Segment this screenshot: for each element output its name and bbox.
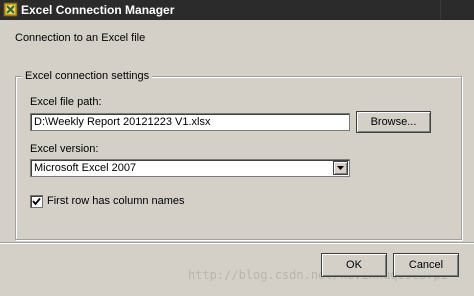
- ok-button[interactable]: OK: [321, 253, 387, 277]
- close-button[interactable]: [440, 0, 474, 20]
- excel-connection-icon: [3, 2, 18, 17]
- file-path-input[interactable]: D:\Weekly Report 20121223 V1.xlsx: [30, 113, 350, 131]
- title-bar[interactable]: Excel Connection Manager: [0, 0, 474, 20]
- dialog-body: Connection to an Excel file Excel connec…: [0, 20, 474, 296]
- checkmark-icon: [32, 197, 41, 206]
- browse-button[interactable]: Browse...: [356, 111, 431, 133]
- version-label: Excel version:: [30, 143, 99, 155]
- excel-version-value: Microsoft Excel 2007: [34, 162, 137, 174]
- window-title: Excel Connection Manager: [21, 3, 175, 17]
- first-row-label: First row has column names: [47, 195, 185, 207]
- chevron-down-icon[interactable]: [333, 161, 348, 175]
- first-row-checkbox[interactable]: [30, 195, 43, 208]
- dialog-subtitle: Connection to an Excel file: [15, 32, 146, 44]
- excel-version-select[interactable]: Microsoft Excel 2007: [30, 159, 350, 177]
- group-label: Excel connection settings: [22, 70, 153, 82]
- cancel-button[interactable]: Cancel: [393, 253, 459, 277]
- footer-divider: [0, 242, 474, 244]
- file-path-label: Excel file path:: [30, 96, 102, 108]
